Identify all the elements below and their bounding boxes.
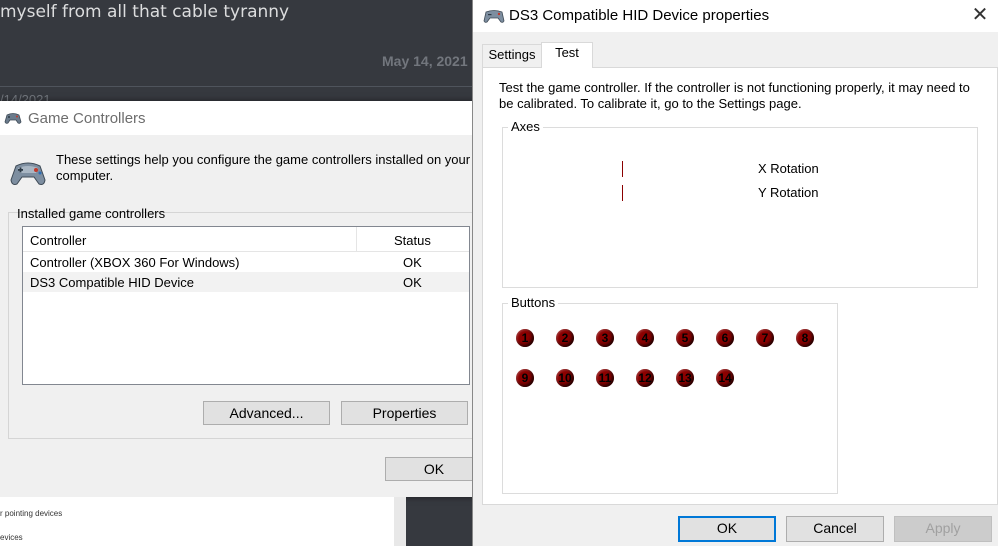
tab-settings[interactable]: Settings [482,44,542,67]
controller-button-indicator: 6 [716,329,734,347]
y-rotation-indicator [622,185,623,201]
list-item[interactable]: Controller (XBOX 360 For Windows) OK [23,252,469,272]
device-category-pointing[interactable]: r pointing devices [0,509,62,518]
buttons-label: Buttons [508,295,559,310]
ok-button[interactable]: OK [385,457,483,481]
buttons-group [502,303,838,494]
ds3-title: DS3 Compatible HID Device properties [509,7,770,24]
ok-button[interactable]: OK [678,516,776,542]
apply-button[interactable]: Apply [894,516,992,542]
controller-button-indicator: 11 [596,369,614,387]
y-rotation-label: Y Rotation [758,185,819,200]
gamepad-icon [483,10,505,23]
axes-label: Axes [508,119,543,134]
properties-button[interactable]: Properties [341,401,468,425]
controllers-list[interactable]: Controller Status Controller (XBOX 360 F… [22,226,470,385]
controller-button-indicator: 2 [556,329,574,347]
column-separator[interactable] [356,227,357,252]
test-description: Test the game controller. If the control… [499,80,970,111]
x-rotation-indicator [622,161,623,177]
scrollbar[interactable] [394,497,406,546]
controller-button-indicator: 7 [756,329,774,347]
controller-status: OK [403,255,422,270]
gamepad-icon [4,113,22,124]
controller-button-indicator: 1 [516,329,534,347]
controller-button-indicator: 12 [636,369,654,387]
controller-name: DS3 Compatible HID Device [30,275,195,290]
tab-test[interactable]: Test [541,42,593,68]
controller-button-indicator: 5 [676,329,694,347]
x-rotation-label: X Rotation [758,161,819,176]
installed-controllers-label: Installed game controllers [17,206,166,221]
controller-button-indicator: 8 [796,329,814,347]
chat-date: May 14, 2021 [382,53,468,69]
controller-name: Controller (XBOX 360 For Windows) [30,255,240,270]
controller-status: OK [403,275,422,290]
controller-button-indicator: 4 [636,329,654,347]
close-icon[interactable]: ✕ [968,4,992,28]
ds3-titlebar[interactable]: DS3 Compatible HID Device properties ✕ [473,0,998,32]
controller-button-indicator: 14 [716,369,734,387]
device-manager-strip: r pointing devices evices [0,497,406,546]
chat-divider [0,86,478,87]
gamepad-large-icon [10,162,46,185]
chat-message: myself from all that cable tyranny [0,2,290,22]
advanced-button[interactable]: Advanced... [203,401,330,425]
column-header-status[interactable]: Status [394,233,431,248]
list-header: Controller Status [23,227,469,252]
cancel-button[interactable]: Cancel [786,516,884,542]
controller-button-indicator: 10 [556,369,574,387]
list-item[interactable]: DS3 Compatible HID Device OK [23,272,469,292]
game-controllers-info: These settings help you configure the ga… [56,152,471,183]
device-category-other[interactable]: evices [0,533,23,542]
controller-button-indicator: 3 [596,329,614,347]
controller-button-indicator: 13 [676,369,694,387]
axes-group [502,127,978,288]
game-controllers-dialog: Game Controllers These settings help you… [0,101,483,497]
controller-button-indicator: 9 [516,369,534,387]
ds3-properties-dialog: DS3 Compatible HID Device properties ✕ S… [472,0,998,546]
column-header-controller[interactable]: Controller [30,233,86,248]
game-controllers-title: Game Controllers [28,110,146,127]
game-controllers-titlebar[interactable]: Game Controllers [0,101,476,135]
